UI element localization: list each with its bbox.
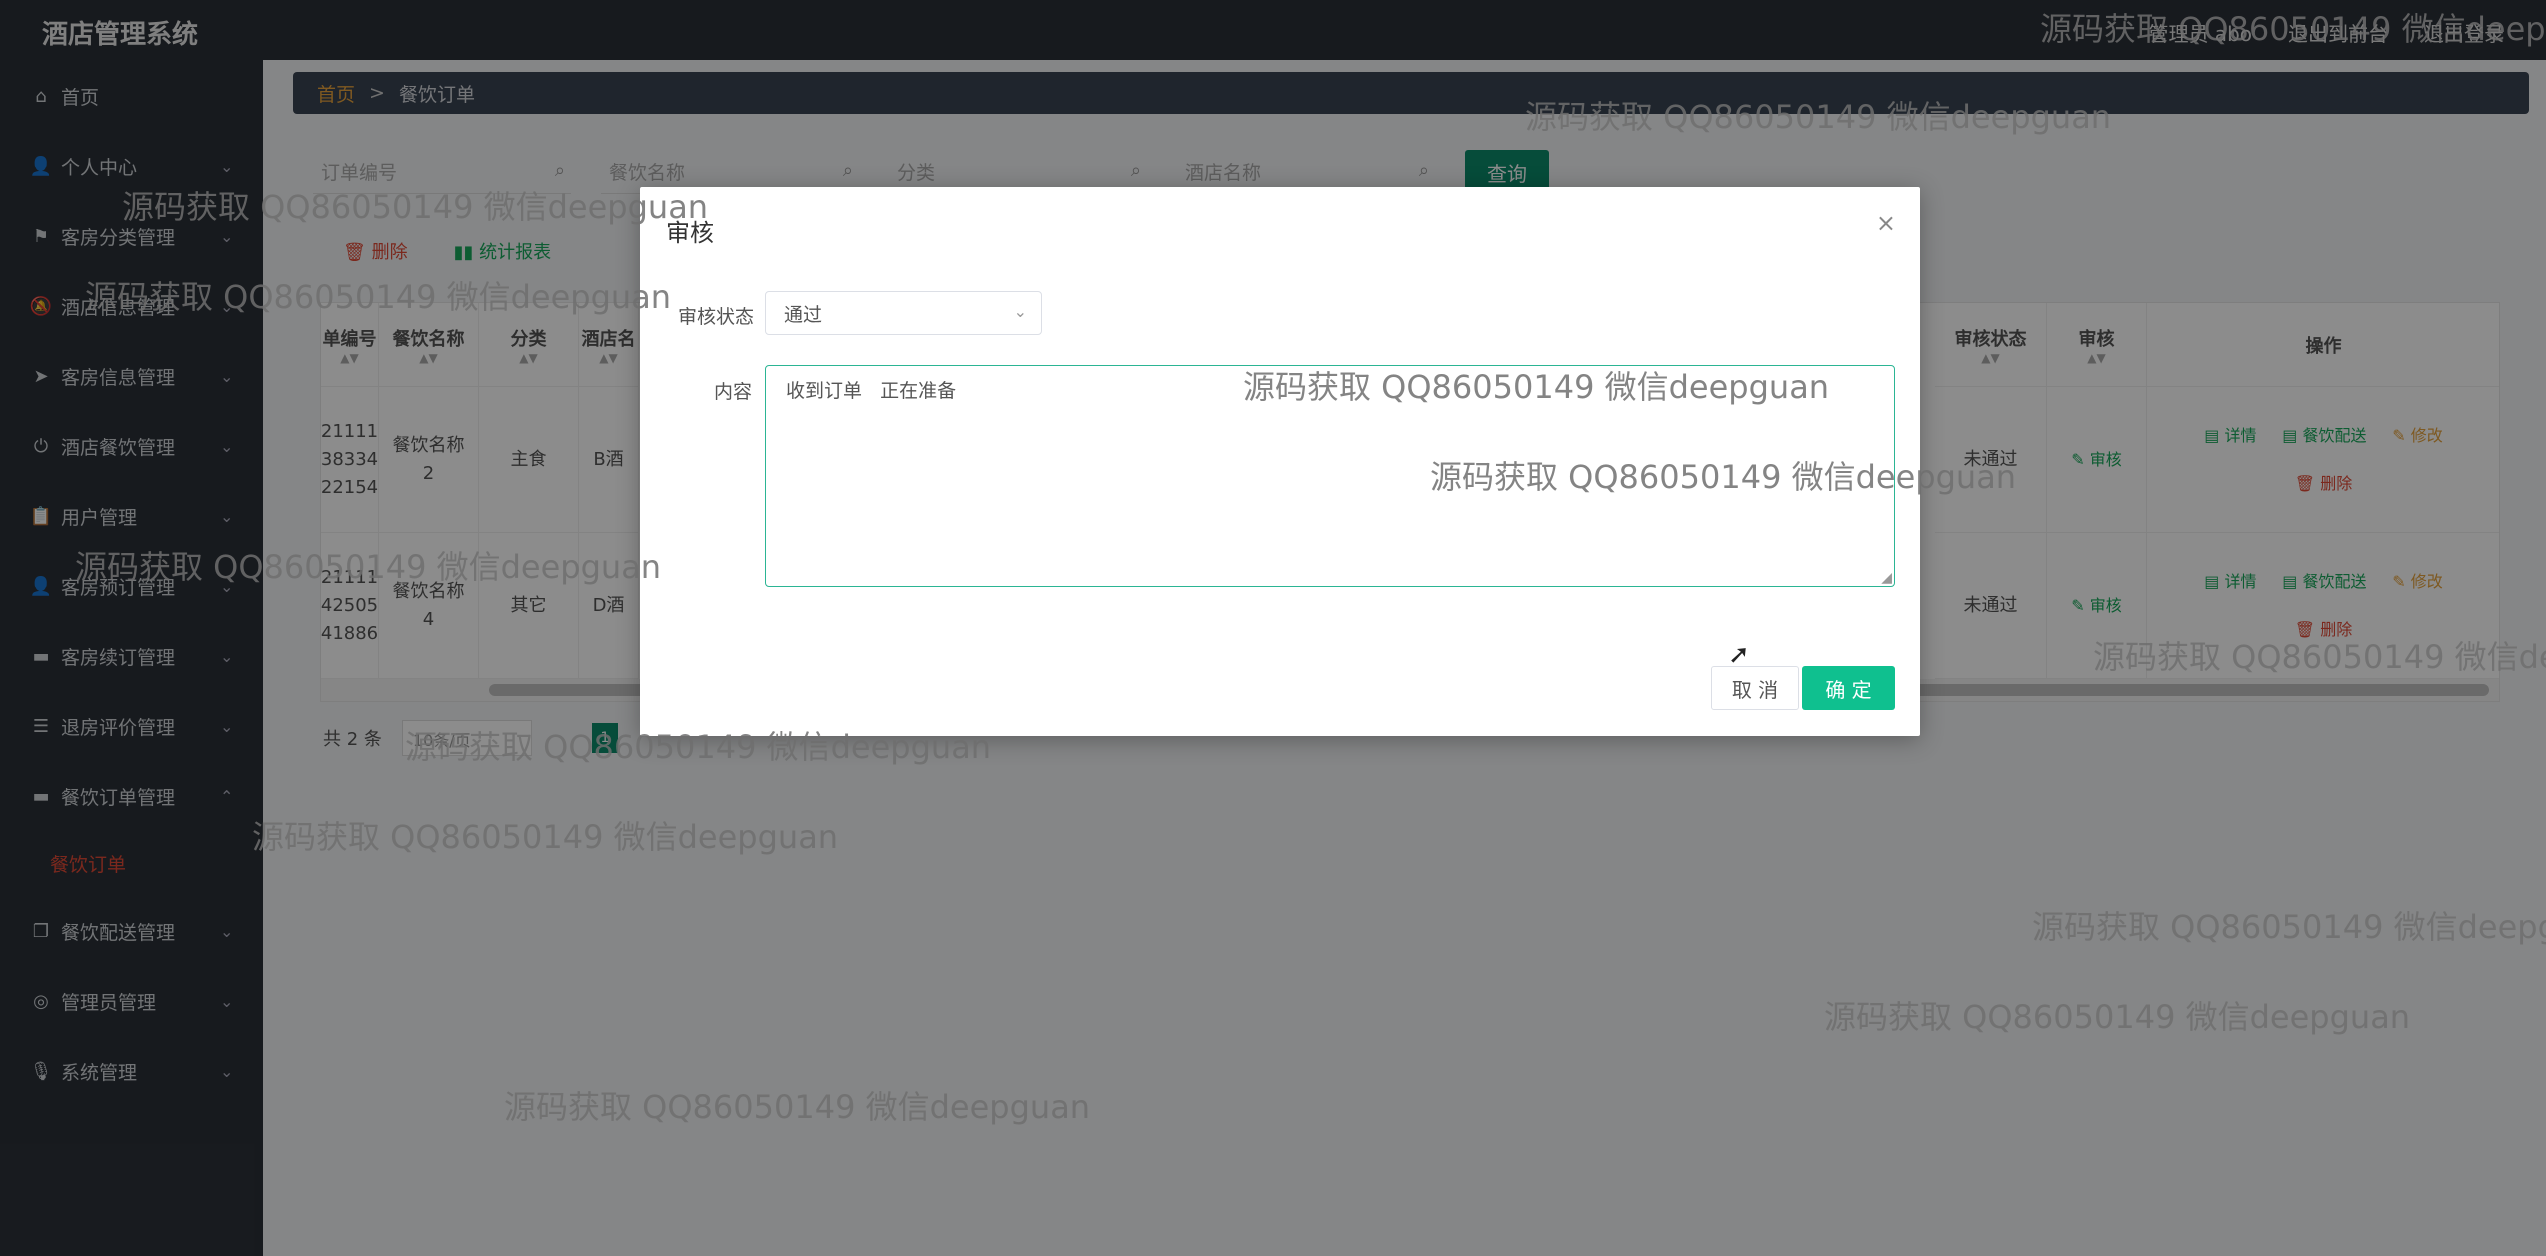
cancel-button[interactable]: 取 消 <box>1711 666 1799 710</box>
mouse-cursor-icon: ➚ <box>1728 640 1750 670</box>
status-label: 审核状态 <box>678 306 755 328</box>
status-select[interactable]: 通过 ⌄ <box>765 291 1042 335</box>
status-value: 通过 <box>784 303 823 326</box>
content-value: 收到订单 正在准备 <box>786 380 957 402</box>
resize-handle-icon[interactable]: ◢ <box>1881 570 1892 586</box>
content-textarea[interactable]: 收到订单 正在准备 ◢ <box>765 365 1895 587</box>
confirm-button[interactable]: 确 定 <box>1802 666 1895 710</box>
content-label: 内容 <box>714 381 753 403</box>
dialog-title: 审核 <box>666 219 714 247</box>
close-icon[interactable]: × <box>1876 209 1896 237</box>
chevron-down-icon: ⌄ <box>1013 302 1027 321</box>
